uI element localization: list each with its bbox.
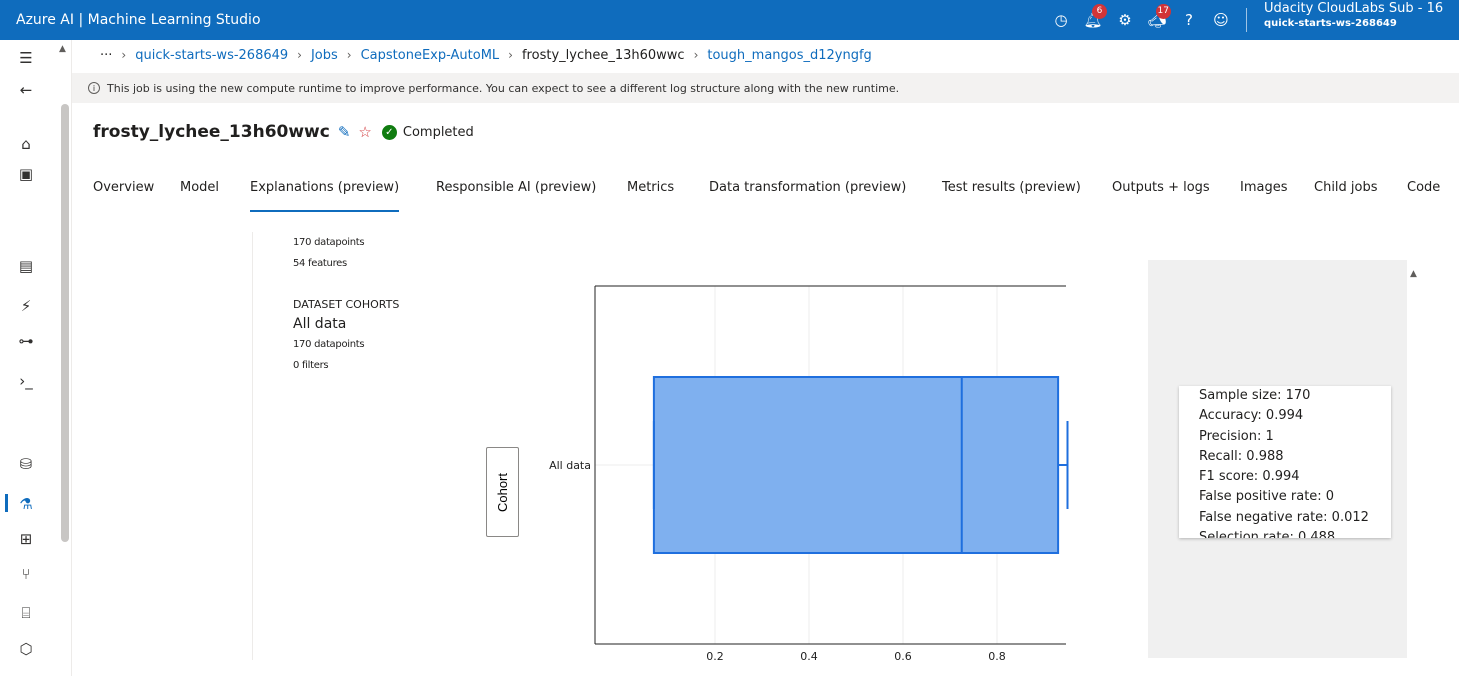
breadcrumb-jobs[interactable]: Jobs [311,48,338,63]
active-nav-indicator [5,494,8,512]
chevron-right-icon: › [297,48,302,62]
breadcrumb-parent-job[interactable]: frosty_lychee_13h60wwc [522,48,685,63]
page-title: frosty_lychee_13h60wwc [93,122,330,142]
chevron-right-icon: › [508,48,513,62]
metric-accuracy: Accuracy: 0.994 [1199,408,1304,424]
tab-explanations[interactable]: Explanations (preview) [250,180,400,212]
notifications-icon[interactable]: 🔔︎ 6 [1077,0,1109,40]
workspace-name: quick-starts-ws-268649 [1264,18,1397,29]
chevron-right-icon: › [693,48,699,62]
announcements-icon[interactable]: 📣︎ 17 [1141,0,1173,40]
breadcrumb: ··· › quick-starts-ws-268649 › Jobs › Ca… [100,44,872,66]
home-icon[interactable]: ⌂ [14,132,38,156]
metric-precision: Precision: 1 [1199,428,1274,444]
metric-selection-rate: Selection rate: 0.488 [1199,530,1336,538]
notifications-badge: 6 [1092,4,1107,19]
app-title[interactable]: Azure AI | Machine Learning Studio [0,12,261,28]
info-banner-text: This job is using the new compute runtim… [107,81,900,95]
x-tick-label: 0.2 [706,650,724,660]
history-icon[interactable]: ◷ [1045,0,1077,40]
cohort-axis-button[interactable]: Cohort [486,447,519,537]
jobs-flask-icon[interactable]: ⚗ [14,492,38,516]
account-name: Udacity CloudLabs Sub - 16 [1264,1,1444,16]
feedback-smiley-icon[interactable]: ☺ [1205,0,1237,40]
metrics-tooltip: Sample size: 170 Accuracy: 0.994 Precisi… [1179,386,1391,538]
metric-false-positive-rate: False positive rate: 0 [1199,489,1335,505]
metric-recall: Recall: 0.988 [1199,448,1284,464]
chevron-right-icon: › [346,48,352,62]
chart-plot-area: All data0.20.40.60.81 [549,285,1069,660]
breadcrumb-workspace[interactable]: quick-starts-ws-268649 [135,48,288,63]
top-icons: ◷ 🔔︎ 6 ⚙ 📣︎ 17 ? ☺ [1045,0,1237,40]
tab-metrics[interactable]: Metrics [627,180,674,212]
pipelines-icon[interactable]: ⑂ [14,562,38,586]
tab-overview[interactable]: Overview [93,180,154,212]
status-badge: Completed [402,124,474,140]
nav-scroll-up-icon[interactable]: ▲ [59,44,66,54]
completed-check-icon: ✓ [381,124,397,140]
tab-model[interactable]: Model [180,180,219,212]
breadcrumb-experiment[interactable]: CapstoneExp-AutoML [361,48,500,63]
tab-images[interactable]: Images [1240,180,1288,212]
account-switcher[interactable]: Udacity CloudLabs Sub - 16 quick-starts-… [1264,1,1459,31]
hamburger-menu-icon[interactable]: ☰ [14,46,38,70]
designer-icon[interactable]: ⊶ [14,329,38,353]
y-tick-label: All data [549,459,591,472]
features-count: 54 features [293,258,347,269]
panel-scroll-up-icon[interactable]: ▲ [1410,269,1417,279]
notebooks-icon[interactable]: ▤ [14,254,38,278]
breadcrumb-more[interactable]: ··· [100,48,112,63]
tab-child-jobs[interactable]: Child jobs [1314,180,1378,212]
metric-f1-score: F1 score: 0.994 [1199,469,1300,485]
components-icon[interactable]: ⊞ [14,527,38,551]
box-iqr [652,376,1060,554]
nav-scrollbar[interactable] [61,104,69,542]
environments-icon[interactable]: ⌸ [14,601,38,625]
prompt-flow-icon[interactable]: ›_ [14,369,38,393]
cohort-filters: 0 filters [293,360,329,371]
left-nav: ▲ ☰ ← ⌂ ▣ ▤ ⚡ ⊶ ›_ ⛁ ⚗ ⊞ ⑂ ⌸ ⬡ [0,40,72,676]
help-icon[interactable]: ? [1173,0,1205,40]
job-title-row: frosty_lychee_13h60wwc ✎ ☆ ✓ Completed [93,122,474,142]
tab-outputs-logs[interactable]: Outputs + logs [1112,180,1210,212]
back-arrow-icon[interactable]: ← [14,78,38,102]
cohort-axis-label: Cohort [495,472,510,512]
automated-ml-icon[interactable]: ⚡ [14,294,38,318]
info-icon: i [88,82,100,94]
settings-icon[interactable]: ⚙ [1109,0,1141,40]
dataset-cohorts-heading: DATASET COHORTS [293,298,400,311]
chevron-right-icon: › [121,48,127,62]
x-tick-label: 0.4 [800,650,818,660]
metric-false-negative-rate: False negative rate: 0.012 [1199,509,1369,525]
cohort-datapoints: 170 datapoints [293,339,365,350]
edit-pencil-icon[interactable]: ✎ [338,123,351,141]
tab-test-results[interactable]: Test results (preview) [942,180,1081,212]
panel-divider [252,232,253,660]
box-plot-chart: All data0.20.40.60.81 [549,285,1069,660]
top-bar: Azure AI | Machine Learning Studio ◷ 🔔︎ 6… [0,0,1459,40]
models-icon[interactable]: ⬡ [14,637,38,661]
data-icon[interactable]: ⛁ [14,452,38,476]
x-tick-label: 0.6 [894,650,912,660]
model-catalog-icon[interactable]: ▣ [14,162,38,186]
tab-data-transformation[interactable]: Data transformation (preview) [709,180,906,212]
tab-responsible-ai[interactable]: Responsible AI (preview) [436,180,596,212]
announcements-badge: 17 [1155,4,1171,19]
cohort-name[interactable]: All data [293,316,346,332]
metric-sample-size: Sample size: 170 [1199,388,1311,403]
tab-code[interactable]: Code [1407,180,1440,212]
x-tick-label: 0.8 [988,650,1006,660]
top-bar-divider [1246,8,1247,32]
datapoints-count: 170 datapoints [293,237,365,248]
info-banner: i This job is using the new compute runt… [72,73,1459,103]
favorite-star-icon[interactable]: ☆ [358,123,371,141]
breadcrumb-child-job[interactable]: tough_mangos_d12yngfg [707,48,871,63]
